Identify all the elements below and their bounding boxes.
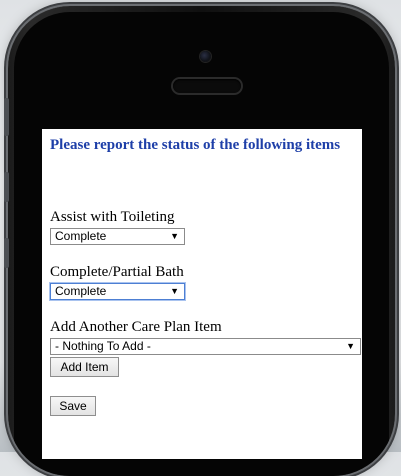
volume-up-button <box>4 172 9 202</box>
toileting-label: Assist with Toileting <box>50 209 175 225</box>
toileting-status-value: Complete <box>55 229 107 243</box>
care-plan-item-value: - Nothing To Add - <box>55 339 151 353</box>
dropdown-arrow-icon: ▼ <box>170 231 179 241</box>
bath-label: Complete/Partial Bath <box>50 264 184 280</box>
bath-status-select[interactable]: Complete ▼ <box>50 283 185 300</box>
save-button[interactable]: Save <box>50 396 96 416</box>
app-screen: Please report the status of the followin… <box>42 129 362 459</box>
mute-switch <box>4 98 9 136</box>
add-item-button[interactable]: Add Item <box>50 357 119 377</box>
toileting-status-select[interactable]: Complete ▼ <box>50 228 185 245</box>
page-heading: Please report the status of the followin… <box>50 137 341 153</box>
add-care-plan-label: Add Another Care Plan Item <box>50 319 222 335</box>
dropdown-arrow-icon: ▼ <box>346 341 355 351</box>
earpiece-speaker <box>173 79 241 93</box>
dropdown-arrow-icon: ▼ <box>170 286 179 296</box>
volume-down-button <box>4 238 9 268</box>
bath-status-value: Complete <box>55 284 107 298</box>
care-plan-item-select[interactable]: - Nothing To Add - ▼ <box>50 338 361 355</box>
front-camera <box>200 51 211 62</box>
